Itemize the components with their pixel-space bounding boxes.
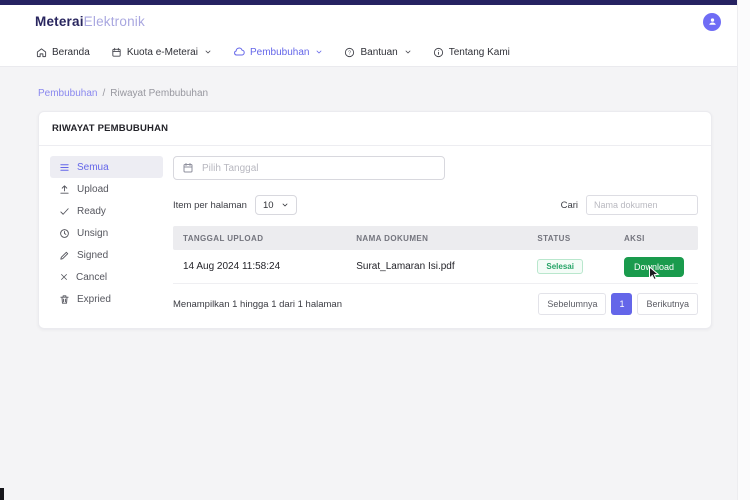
scrollbar-track[interactable] xyxy=(737,0,750,500)
breadcrumb-parent-link[interactable]: Pembubuhan xyxy=(38,88,98,99)
screen-corner-artifact xyxy=(0,488,4,500)
per-page-label: Item per halaman xyxy=(173,200,247,211)
column-header-status: STATUS xyxy=(527,234,614,243)
per-page-select[interactable]: 10 xyxy=(255,195,297,215)
nav-label: Kuota e-Meterai xyxy=(127,47,198,58)
date-input[interactable] xyxy=(202,163,436,174)
calendar-icon xyxy=(111,47,122,58)
status-filter-sidebar: Semua Upload Ready Unsign xyxy=(50,156,163,315)
date-filter-field[interactable] xyxy=(173,156,445,180)
table-footer: Menampilkan 1 hingga 1 dari 1 halaman Se… xyxy=(173,293,698,315)
question-circle-icon: ? xyxy=(344,47,355,58)
sidebar-item-signed[interactable]: Signed xyxy=(50,244,163,266)
logo-text-light: Elektronik xyxy=(84,14,145,29)
search-label: Cari xyxy=(561,200,578,211)
app-window: MeteraiElektronik Beranda Kuota e-Metera… xyxy=(0,0,737,329)
sidebar-item-label: Semua xyxy=(77,162,109,173)
column-header-aksi: AKSI xyxy=(614,234,698,243)
card-main-panel: Item per halaman 10 Cari TANGGAL UPLOAD xyxy=(173,156,698,315)
search-input[interactable] xyxy=(586,195,698,215)
sidebar-item-unsign[interactable]: Unsign xyxy=(50,222,163,244)
check-icon xyxy=(59,206,70,217)
download-button-label: Download xyxy=(634,262,674,272)
card-title: RIWAYAT PEMBUBUHAN xyxy=(39,112,711,146)
sidebar-item-label: Expried xyxy=(77,294,111,305)
table-row: 14 Aug 2024 11:58:24 Surat_Lamaran Isi.p… xyxy=(173,250,698,284)
sidebar-item-label: Unsign xyxy=(77,228,108,239)
nav-item-kuota-e-meterai[interactable]: Kuota e-Meterai xyxy=(111,47,212,58)
cloud-icon xyxy=(233,46,245,58)
page-content: Pembubuhan / Riwayat Pembubuhan RIWAYAT … xyxy=(0,67,737,329)
nav-item-beranda[interactable]: Beranda xyxy=(36,47,90,58)
sidebar-item-expried[interactable]: Expried xyxy=(50,288,163,310)
documents-table: TANGGAL UPLOAD NAMA DOKUMEN STATUS AKSI … xyxy=(173,226,698,284)
user-avatar[interactable] xyxy=(703,13,721,31)
app-logo[interactable]: MeteraiElektronik xyxy=(35,14,145,29)
upload-icon xyxy=(59,184,70,195)
app-header: MeteraiElektronik xyxy=(0,5,737,38)
breadcrumb-separator: / xyxy=(103,88,106,99)
chevron-down-icon xyxy=(281,201,289,209)
results-summary: Menampilkan 1 hingga 1 dari 1 halaman xyxy=(173,299,342,310)
table-header-row: TANGGAL UPLOAD NAMA DOKUMEN STATUS AKSI xyxy=(173,226,698,250)
pen-icon xyxy=(59,250,70,261)
breadcrumb-current: Riwayat Pembubuhan xyxy=(110,88,208,99)
column-header-tanggal-upload: TANGGAL UPLOAD xyxy=(173,234,346,243)
clock-icon xyxy=(59,228,70,239)
sidebar-item-ready[interactable]: Ready xyxy=(50,200,163,222)
calendar-icon xyxy=(182,162,194,174)
sidebar-item-label: Cancel xyxy=(76,272,107,283)
nav-label: Tentang Kami xyxy=(449,47,510,58)
info-circle-icon xyxy=(433,47,444,58)
logo-text-bold: Meterai xyxy=(35,14,84,29)
nav-item-bantuan[interactable]: ? Bantuan xyxy=(344,47,411,58)
cell-status: Selesai xyxy=(527,259,614,274)
trash-icon xyxy=(59,294,70,305)
nav-label: Beranda xyxy=(52,47,90,58)
nav-label: Pembubuhan xyxy=(250,47,310,58)
x-icon xyxy=(59,272,69,282)
chevron-down-icon xyxy=(404,48,412,56)
breadcrumb: Pembubuhan / Riwayat Pembubuhan xyxy=(38,88,737,99)
status-badge: Selesai xyxy=(537,259,583,274)
sidebar-item-cancel[interactable]: Cancel xyxy=(50,266,163,288)
sidebar-item-label: Signed xyxy=(77,250,108,261)
sidebar-item-upload[interactable]: Upload xyxy=(50,178,163,200)
nav-item-pembubuhan[interactable]: Pembubuhan xyxy=(233,46,324,58)
cell-nama-dokumen: Surat_Lamaran Isi.pdf xyxy=(346,261,527,272)
column-header-nama-dokumen: NAMA DOKUMEN xyxy=(346,234,527,243)
next-page-button[interactable]: Berikutnya xyxy=(637,293,698,315)
nav-item-tentang-kami[interactable]: Tentang Kami xyxy=(433,47,510,58)
download-button[interactable]: Download xyxy=(624,257,684,277)
per-page-value: 10 xyxy=(263,200,274,211)
cell-aksi: Download xyxy=(614,257,698,277)
pagination: Sebelumnya 1 Berikutnya xyxy=(538,293,698,315)
svg-text:?: ? xyxy=(349,50,352,56)
search-group: Cari xyxy=(561,195,698,215)
user-icon xyxy=(707,16,718,27)
cell-tanggal-upload: 14 Aug 2024 11:58:24 xyxy=(173,261,346,272)
home-icon xyxy=(36,47,47,58)
list-icon xyxy=(59,162,70,173)
nav-label: Bantuan xyxy=(360,47,397,58)
riwayat-pembubuhan-card: RIWAYAT PEMBUBUHAN Semua Upload Ready xyxy=(38,111,712,329)
table-controls-row: Item per halaman 10 Cari xyxy=(173,195,698,215)
sidebar-item-label: Upload xyxy=(77,184,109,195)
current-page-indicator[interactable]: 1 xyxy=(611,293,632,315)
chevron-down-icon xyxy=(204,48,212,56)
sidebar-item-semua[interactable]: Semua xyxy=(50,156,163,178)
main-nav: Beranda Kuota e-Meterai Pembubuhan ? Ban… xyxy=(0,38,737,67)
previous-page-button[interactable]: Sebelumnya xyxy=(538,293,606,315)
chevron-down-icon xyxy=(315,48,323,56)
sidebar-item-label: Ready xyxy=(77,206,106,217)
